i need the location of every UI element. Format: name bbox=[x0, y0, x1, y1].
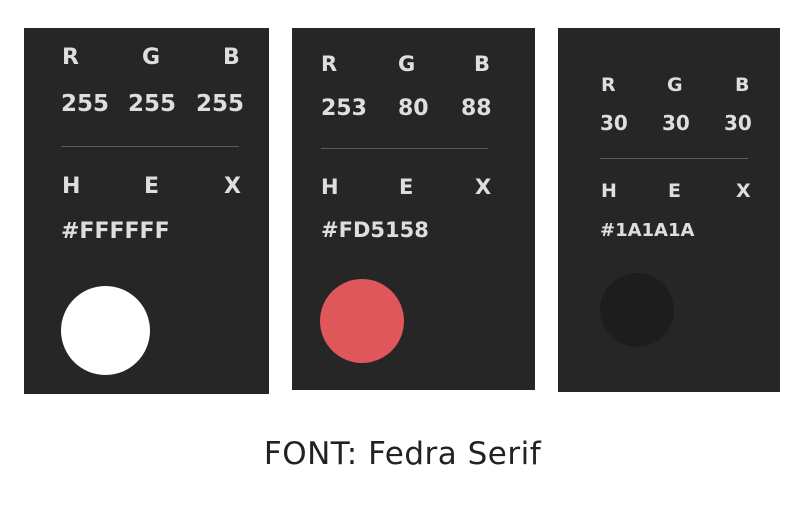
label-x: X bbox=[224, 174, 241, 199]
label-r: R bbox=[601, 74, 616, 96]
font-caption: FONT: Fedra Serif bbox=[263, 436, 542, 472]
label-r: R bbox=[321, 52, 338, 76]
label-b: B bbox=[735, 74, 750, 96]
value-b: 88 bbox=[461, 96, 492, 121]
value-r: 30 bbox=[600, 111, 628, 135]
label-g: G bbox=[398, 52, 416, 76]
label-g: G bbox=[142, 45, 161, 70]
color-card-red: R G B 253 80 88 H E X #FD5158 bbox=[292, 28, 535, 390]
label-e: E bbox=[144, 174, 160, 199]
divider bbox=[321, 148, 488, 149]
label-x: X bbox=[475, 175, 492, 199]
value-b: 30 bbox=[724, 111, 752, 135]
color-swatch bbox=[320, 279, 404, 363]
label-e: E bbox=[668, 180, 681, 202]
value-g: 80 bbox=[398, 96, 429, 121]
divider bbox=[600, 158, 748, 159]
color-swatch bbox=[61, 286, 150, 375]
label-e: E bbox=[399, 175, 414, 199]
label-x: X bbox=[736, 180, 751, 202]
color-card-dark: R G B 30 30 30 H E X #1A1A1A bbox=[558, 28, 780, 392]
value-r: 255 bbox=[61, 91, 110, 117]
value-b: 255 bbox=[196, 91, 245, 117]
color-swatch bbox=[600, 273, 674, 347]
value-g: 30 bbox=[662, 111, 690, 135]
value-r: 253 bbox=[321, 96, 367, 121]
color-card-white: R G B 255 255 255 H E X #FFFFFF bbox=[24, 28, 269, 394]
label-g: G bbox=[667, 74, 683, 96]
label-r: R bbox=[62, 45, 79, 70]
hex-value: #FD5158 bbox=[321, 218, 429, 242]
label-h: H bbox=[601, 180, 617, 202]
hex-value: #1A1A1A bbox=[600, 220, 695, 241]
hex-value: #FFFFFF bbox=[61, 219, 170, 244]
label-h: H bbox=[62, 174, 81, 199]
label-b: B bbox=[223, 45, 240, 70]
label-h: H bbox=[321, 175, 339, 199]
divider bbox=[61, 146, 239, 147]
label-b: B bbox=[474, 52, 491, 76]
value-g: 255 bbox=[128, 91, 177, 117]
